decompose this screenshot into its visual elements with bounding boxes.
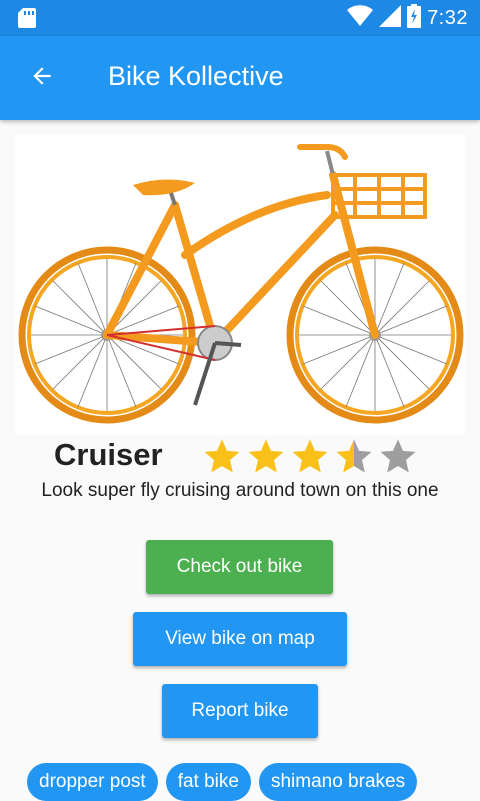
battery-icon: [407, 4, 422, 33]
sd-card-icon: [18, 8, 36, 33]
star-half-icon: [334, 436, 374, 476]
bike-illustration: [18, 144, 464, 424]
app-title: Bike Kollective: [108, 61, 284, 91]
app-bar: Bike Kollective: [0, 36, 480, 120]
arrow-back-icon: [29, 63, 55, 94]
check-out-bike-button[interactable]: Check out bike: [146, 540, 333, 594]
star-filled-icon: [290, 436, 330, 476]
bike-description: Look super fly cruising around town on t…: [41, 480, 439, 501]
star-filled-icon: [246, 436, 286, 476]
star-empty-icon: [378, 436, 418, 476]
status-bar: 7:32: [0, 0, 480, 36]
tag-chip[interactable]: shimano brakes: [258, 763, 418, 801]
signal-icon: [379, 5, 402, 32]
star-rating: [202, 436, 418, 476]
tag-chip[interactable]: fat bike: [165, 763, 251, 801]
tag-chip[interactable]: dropper post: [27, 763, 158, 801]
bike-image: [15, 135, 465, 435]
status-time: 7:32: [427, 7, 468, 29]
tag-chips: dropper post fat bike shimano brakes: [27, 763, 418, 801]
back-button[interactable]: [18, 54, 66, 102]
report-bike-button[interactable]: Report bike: [162, 684, 318, 738]
star-filled-icon: [202, 436, 242, 476]
view-bike-on-map-button[interactable]: View bike on map: [133, 612, 347, 666]
bike-name: Cruiser: [54, 437, 163, 472]
wifi-icon: [347, 5, 374, 32]
